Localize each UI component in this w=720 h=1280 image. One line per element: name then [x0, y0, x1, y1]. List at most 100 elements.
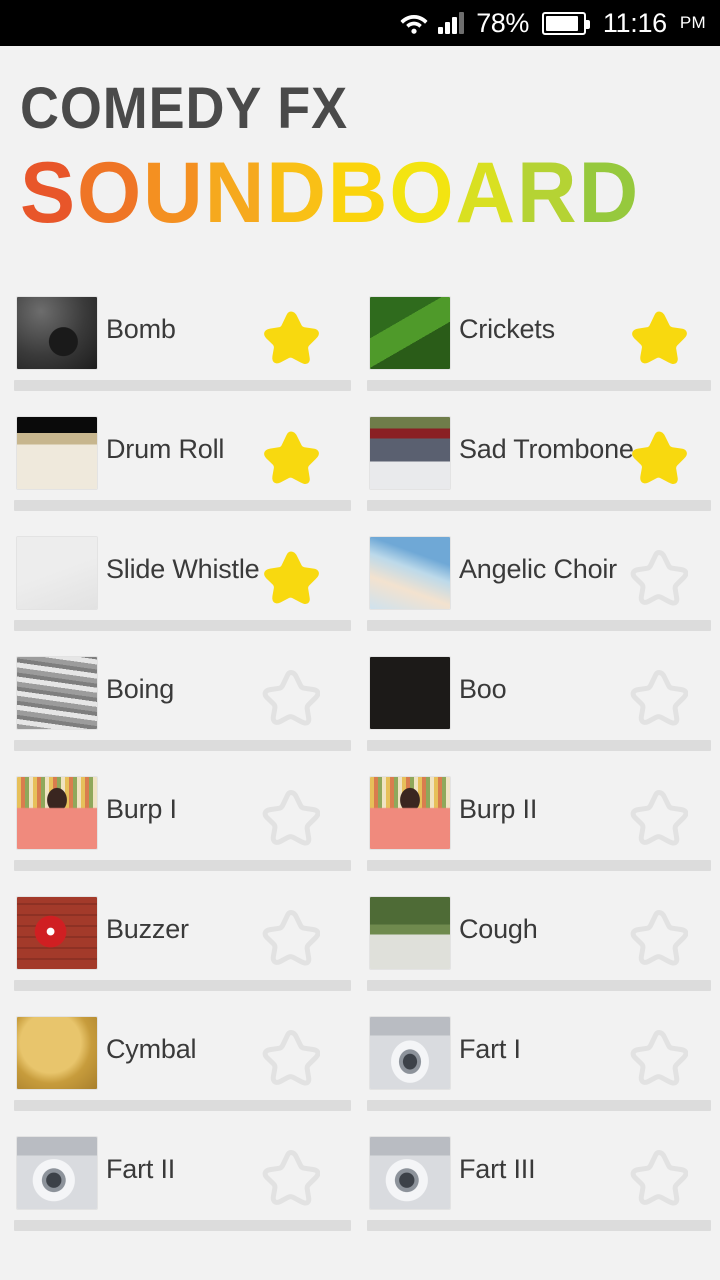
favorite-star-empty-icon[interactable] — [630, 909, 689, 966]
item-separator — [14, 620, 351, 631]
sound-grid: Bomb Crickets Drum Roll Sad Trombone Slide W… — [0, 280, 720, 1240]
favorite-star-empty-icon[interactable] — [630, 669, 689, 726]
status-bar-meridiem: PM — [679, 13, 706, 32]
cellular-signal-icon — [438, 12, 465, 34]
item-separator — [367, 500, 711, 511]
item-separator — [14, 380, 351, 391]
sound-item[interactable]: Fart III — [360, 1120, 720, 1240]
item-separator — [367, 740, 711, 751]
sound-item-label: Burp II — [459, 794, 538, 824]
sound-row: Cymbal Fart I — [0, 1000, 720, 1120]
item-separator — [14, 1220, 351, 1231]
sound-row: Bomb Crickets — [0, 280, 720, 400]
sound-row: Boing Boo — [0, 640, 720, 760]
sound-item[interactable]: Boo — [360, 640, 720, 760]
favorite-star-empty-icon[interactable] — [262, 909, 321, 966]
sound-item[interactable]: Burp II — [360, 760, 720, 880]
sound-item-label: Crickets — [459, 314, 555, 344]
sound-item[interactable]: Fart I — [360, 1000, 720, 1120]
wifi-icon — [399, 11, 429, 35]
boo-thumbnail[interactable] — [370, 657, 450, 729]
sound-item-label: Boing — [106, 674, 175, 704]
item-separator — [14, 980, 351, 991]
boing-thumbnail[interactable] — [17, 657, 97, 729]
sound-item[interactable]: Slide Whistle — [0, 520, 360, 640]
favorite-star-filled-icon[interactable] — [630, 429, 688, 485]
title-letter: B — [327, 145, 390, 241]
item-separator — [14, 740, 351, 751]
battery-icon — [541, 11, 590, 35]
status-bar: 78% 11:16 PM — [0, 0, 720, 46]
cymbal-thumbnail[interactable] — [17, 1017, 97, 1089]
sound-item-label: Bomb — [106, 314, 176, 344]
sound-item-label: Buzzer — [106, 914, 189, 944]
favorite-star-empty-icon[interactable] — [262, 1029, 321, 1086]
cough-thumbnail[interactable] — [370, 897, 450, 969]
item-separator — [367, 1100, 711, 1111]
item-separator — [367, 380, 711, 391]
sound-item[interactable]: Bomb — [0, 280, 360, 400]
sound-item-label: Boo — [459, 674, 507, 704]
favorite-star-empty-icon[interactable] — [630, 1029, 689, 1086]
sound-item[interactable]: Cymbal — [0, 1000, 360, 1120]
item-separator — [14, 1100, 351, 1111]
sound-row: Burp I Burp II — [0, 760, 720, 880]
fart-two-thumbnail[interactable] — [17, 1137, 97, 1209]
favorite-star-empty-icon[interactable] — [630, 1149, 689, 1206]
favorite-star-empty-icon[interactable] — [630, 549, 689, 606]
sound-item-label: Fart II — [106, 1154, 176, 1184]
title-letter: R — [517, 145, 579, 241]
sound-item-label: Burp I — [106, 794, 177, 824]
battery-percent-label: 78% — [476, 7, 529, 38]
drum-roll-thumbnail[interactable] — [17, 417, 97, 489]
fart-three-thumbnail[interactable] — [370, 1137, 450, 1209]
sound-item[interactable]: Crickets — [360, 280, 720, 400]
title-letter: D — [266, 145, 328, 241]
title-letter: O — [389, 145, 456, 241]
item-separator — [367, 620, 711, 631]
favorite-star-empty-icon[interactable] — [262, 669, 321, 726]
title-letter: A — [455, 145, 518, 241]
sound-item-label: Fart I — [459, 1034, 521, 1064]
sound-item[interactable]: Sad Trombone — [360, 400, 720, 520]
sound-item[interactable]: Angelic Choir — [360, 520, 720, 640]
favorite-star-filled-icon[interactable] — [262, 549, 320, 605]
crickets-thumbnail[interactable] — [370, 297, 450, 369]
favorite-star-empty-icon[interactable] — [630, 789, 689, 846]
sound-item[interactable]: Buzzer — [0, 880, 360, 1000]
favorite-star-filled-icon[interactable] — [262, 309, 320, 365]
fart-one-thumbnail[interactable] — [370, 1017, 450, 1089]
app-title-primary: COMEDY FX — [20, 76, 349, 141]
item-separator — [367, 1220, 711, 1231]
favorite-star-empty-icon[interactable] — [262, 1149, 321, 1206]
favorite-star-filled-icon[interactable] — [262, 429, 320, 485]
sound-item[interactable]: Cough — [360, 880, 720, 1000]
sound-item-label: Cymbal — [106, 1034, 197, 1064]
sound-item-label: Drum Roll — [106, 434, 225, 464]
burp-two-thumbnail[interactable] — [370, 777, 450, 849]
favorite-star-filled-icon[interactable] — [630, 309, 688, 365]
buzzer-thumbnail[interactable] — [17, 897, 97, 969]
sad-trombone-thumbnail[interactable] — [370, 417, 450, 489]
title-letter: O — [77, 145, 144, 241]
sound-row: Slide Whistle Angelic Choir — [0, 520, 720, 640]
title-letter: U — [143, 145, 205, 241]
sound-item[interactable]: Drum Roll — [0, 400, 360, 520]
sound-item[interactable]: Boing — [0, 640, 360, 760]
burp-one-thumbnail[interactable] — [17, 777, 97, 849]
bomb-thumbnail[interactable] — [17, 297, 97, 369]
item-separator — [367, 860, 711, 871]
sound-row: Buzzer Cough — [0, 880, 720, 1000]
sound-row: Fart II Fart III — [0, 1120, 720, 1240]
title-letter: N — [204, 145, 267, 241]
sound-item-label: Fart III — [459, 1154, 536, 1184]
sound-item-label: Sad Trombone — [459, 434, 634, 464]
sound-item[interactable]: Fart II — [0, 1120, 360, 1240]
slide-whistle-thumbnail[interactable] — [17, 537, 97, 609]
favorite-star-empty-icon[interactable] — [262, 789, 321, 846]
sound-item-label: Angelic Choir — [459, 554, 617, 584]
item-separator — [14, 500, 351, 511]
item-separator — [14, 860, 351, 871]
angelic-choir-thumbnail[interactable] — [370, 537, 450, 609]
sound-item[interactable]: Burp I — [0, 760, 360, 880]
